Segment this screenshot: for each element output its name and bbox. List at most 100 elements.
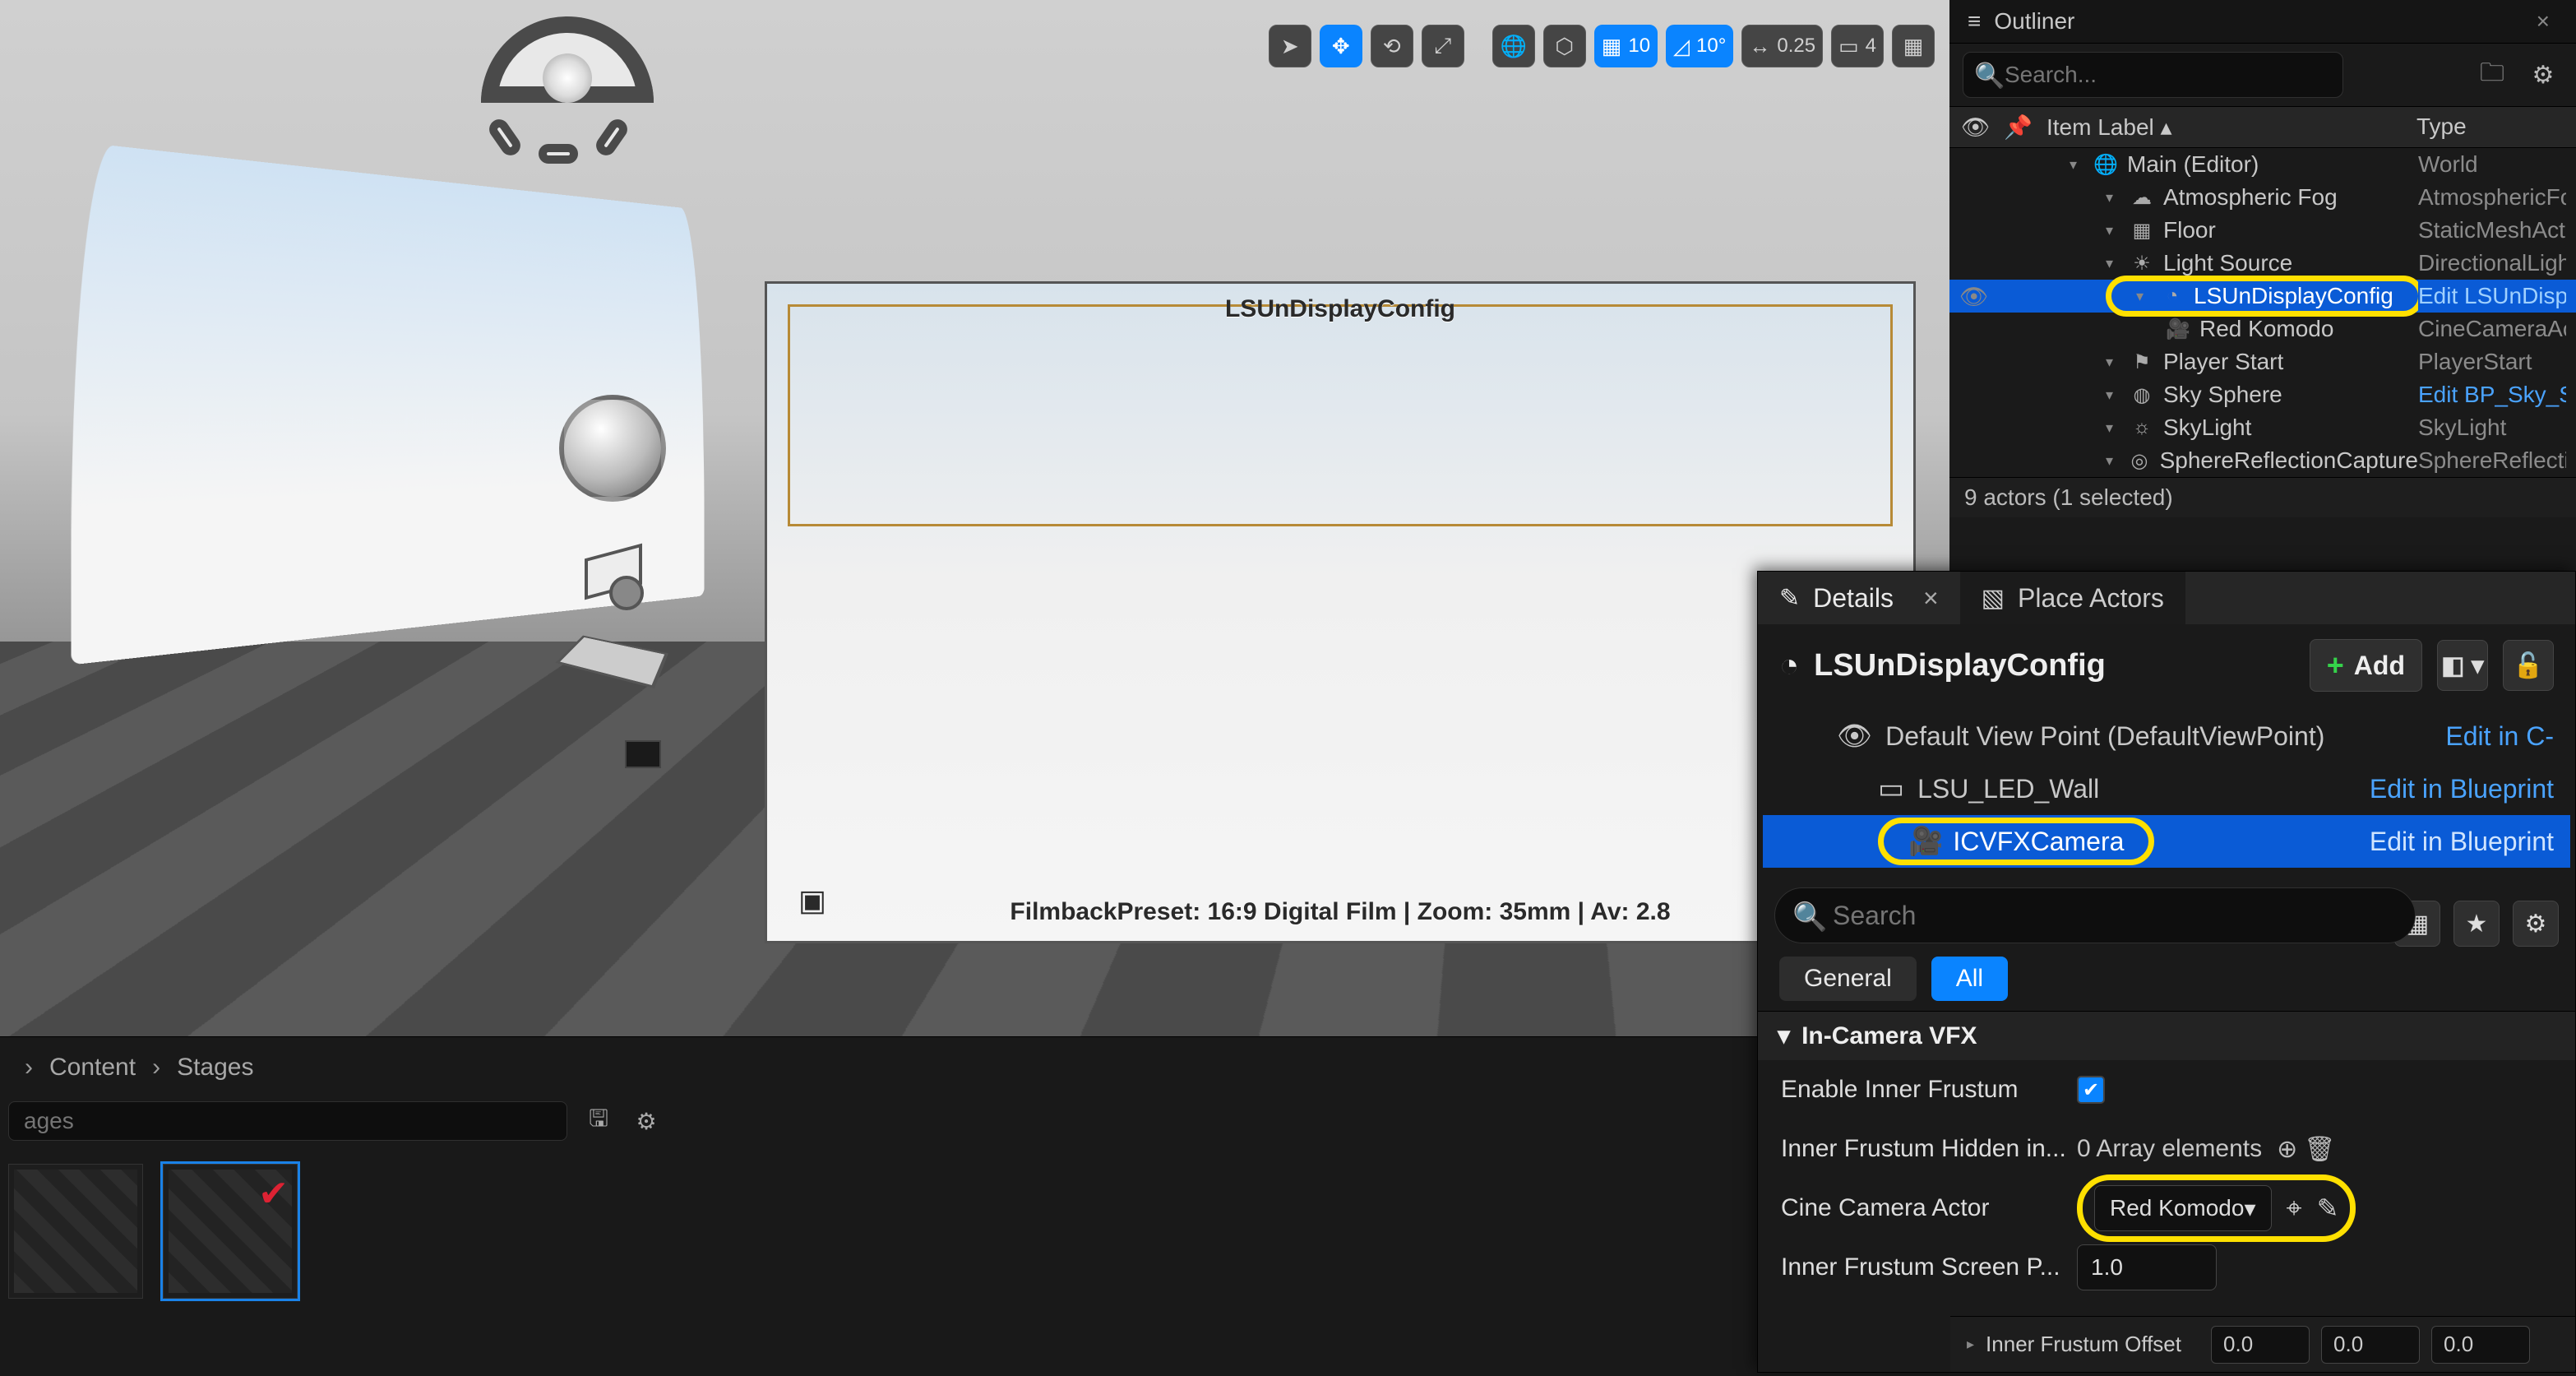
offset-y-input[interactable]: 0.0 [2321,1326,2420,1364]
prop-enable-inner-frustum: Enable Inner Frustum ✔ [1758,1060,2575,1119]
row-type: AtmosphericFo [2418,184,2566,211]
row-type[interactable]: Edit BP_Sky_S [2418,382,2566,408]
row-type: PlayerStart [2418,349,2566,375]
row-label: Sky Sphere [2163,382,2282,408]
save-icon[interactable]: 🖫 [582,1105,615,1137]
enable-inner-frustum-checkbox[interactable]: ✔ [2077,1076,2105,1104]
chevron-icon[interactable]: › [25,1054,33,1082]
translate-tool[interactable]: ✥ [1320,25,1362,67]
visibility-toggle[interactable]: 👁 [1959,283,2002,310]
edit-blueprint-link[interactable]: Edit in Blueprint [2370,774,2570,804]
item-label-header[interactable]: Item Label [2046,114,2154,140]
screen-percentage-input[interactable] [2077,1244,2217,1290]
camera-preview-frame: LSUnDisplayConfig ▣ FilmbackPreset: 16:9… [765,281,1916,943]
scale-snap-toggle[interactable]: ↔0.25 [1741,25,1823,67]
camera-preview-title: LSUnDisplayConfig [767,295,1913,323]
array-count: 0 Array elements [2077,1135,2262,1163]
filter-all[interactable]: All [1931,957,2008,1001]
camera-preview-footer: FilmbackPreset: 16:9 Digital Film | Zoom… [767,898,1913,926]
details-search-input[interactable] [1774,887,2416,943]
cine-camera-dropdown[interactable]: Red Komodo▾ [2094,1185,2272,1231]
row-label: Main (Editor) [2127,151,2259,178]
outliner-row[interactable]: ▾☁Atmospheric FogAtmosphericFo [1949,181,2576,214]
clear-array-icon[interactable]: 🗑 [2304,1135,2335,1164]
component-row[interactable]: ▭LSU_LED_WallEdit in Blueprint [1763,762,2570,815]
sphere-icon: ◍ [2130,383,2153,406]
expand-icon[interactable]: ▸ [1967,1336,1974,1353]
offset-x-input[interactable]: 0.0 [2211,1326,2310,1364]
flag-icon: ⚑ [2130,350,2153,373]
scale-tool[interactable]: ⤢ [1422,25,1464,67]
filter-icon[interactable]: ⚙ [630,1105,663,1137]
inner-frustum-offset-row: ▸ Inner Frustum Offset 0.0 0.0 0.0 [1950,1316,2575,1372]
gear-icon[interactable]: ⚙ [2513,901,2559,947]
angle-snap-toggle[interactable]: ◿10° [1666,25,1733,67]
ndisplay-icon: ◔ [1779,647,1799,684]
eye-column-icon[interactable]: 👁 [1961,114,2004,141]
outliner-row[interactable]: ▾⚑Player StartPlayerStart [1949,345,2576,378]
content-search-input[interactable] [8,1101,567,1141]
camera-speed[interactable]: ▭4 [1831,25,1884,67]
outliner-row[interactable]: 🎥Red KomodoCineCameraAc [1949,313,2576,345]
outliner-row[interactable]: ▾◍Sky SphereEdit BP_Sky_S [1949,378,2576,411]
component-row[interactable]: 👁Default View Point (DefaultViewPoint)Ed… [1763,710,2570,762]
edit-blueprint-link[interactable]: Edit in C- [2445,721,2570,752]
row-label: LSUnDisplayConfig [2194,283,2393,309]
rotate-tool[interactable]: ⟲ [1371,25,1413,67]
prop-cine-camera-actor: Cine Camera Actor Red Komodo▾ ⌖ ✎ [1758,1179,2575,1238]
type-header[interactable]: Type [2416,114,2467,139]
row-type: SkyLight [2418,415,2566,441]
blueprint-dropdown-button[interactable]: ◧ ▾ [2437,640,2488,691]
outliner-row[interactable]: 👁▾◔LSUnDisplayConfigEdit LSUnDisp [1949,280,2576,313]
world-icon: 🌐 [2094,153,2117,176]
section-in-camera-vfx[interactable]: ▾ In-Camera VFX [1758,1011,2575,1060]
eyedropper-icon[interactable]: ✎ [2317,1193,2339,1224]
tab-details[interactable]: ✎ Details × [1758,572,1960,624]
row-label: Atmospheric Fog [2163,184,2338,211]
add-component-button[interactable]: +Add [2310,639,2422,692]
cloud-icon: ☁ [2130,186,2153,209]
prop-inner-frustum-hidden: Inner Frustum Hidden in... 0 Array eleme… [1758,1119,2575,1179]
surface-snap-toggle[interactable]: ⬡ [1543,25,1586,67]
hamburger-icon[interactable]: ≡ [1968,8,1981,35]
viewport[interactable]: LSUnDisplayConfig ▣ FilmbackPreset: 16:9… [0,0,1949,1036]
outliner-row[interactable]: ▾▦FloorStaticMeshAct [1949,214,2576,247]
search-icon: 🔍 [1974,62,2005,90]
asset-thumbnail[interactable]: ✔ [163,1164,298,1299]
close-icon[interactable]: × [2528,8,2558,35]
grid-snap-toggle[interactable]: ▦10 [1594,25,1658,67]
camera-actor-icon [625,740,661,768]
outliner-row[interactable]: ▾☼SkyLightSkyLight [1949,411,2576,444]
close-icon[interactable]: × [1923,583,1939,614]
folder-plus-icon[interactable]: 🗀 [2472,55,2512,95]
offset-z-input[interactable]: 0.0 [2431,1326,2530,1364]
filter-general[interactable]: General [1779,957,1917,1001]
chevron-icon: › [152,1054,160,1082]
viewport-layout[interactable]: ▦ [1892,25,1935,67]
row-type[interactable]: Edit LSUnDisp [2418,283,2566,309]
breadcrumb-content[interactable]: Content [49,1054,136,1082]
add-array-element-icon[interactable]: ⊕ [2277,1135,2297,1164]
pin-column-icon[interactable]: 📌 [2004,114,2046,141]
outliner-tab-label[interactable]: Outliner [1994,8,2074,35]
asset-thumbnail[interactable] [8,1164,143,1299]
skylight-icon [460,16,674,173]
breadcrumb-stages[interactable]: Stages [177,1054,253,1082]
pick-actor-icon[interactable]: ⌖ [2287,1193,2302,1225]
outliner-search-input[interactable] [1963,52,2343,98]
check-icon: ✔ [258,1173,289,1215]
tab-place-actors[interactable]: ▧ Place Actors [1960,572,2185,624]
outliner-row[interactable]: ▾◎SphereReflectionCaptureSphereReflecti [1949,444,2576,477]
select-tool[interactable]: ➤ [1269,25,1311,67]
outliner-row[interactable]: ▾🌐Main (Editor)World [1949,148,2576,181]
details-panel: ✎ Details × ▧ Place Actors ◔ LSUnDisplay… [1757,571,2576,1373]
coord-space-toggle[interactable]: 🌐 [1492,25,1535,67]
lock-icon[interactable]: 🔓 [2503,640,2554,691]
gear-icon[interactable]: ⚙ [2523,55,2563,95]
edit-blueprint-link[interactable]: Edit in Blueprint [2370,827,2570,857]
favorite-icon[interactable]: ★ [2453,901,2500,947]
component-name: LSU_LED_Wall [1917,774,2099,804]
component-row[interactable]: 🎥ICVFXCameraEdit in Blueprint [1763,815,2570,868]
outliner-row[interactable]: ▾☀Light SourceDirectionalLigh [1949,247,2576,280]
details-actor-name: LSUnDisplayConfig [1814,648,2106,683]
